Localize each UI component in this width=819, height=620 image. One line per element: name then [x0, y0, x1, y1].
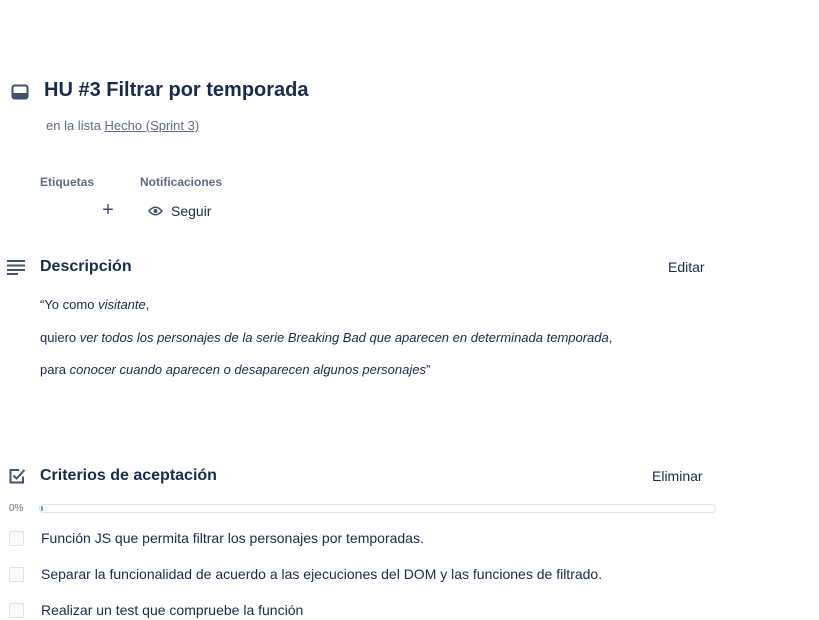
- description-text: ,: [608, 330, 613, 345]
- plus-icon: +: [102, 199, 114, 221]
- item-checkbox[interactable]: [9, 530, 24, 546]
- progress-percentage: 0%: [9, 503, 24, 514]
- description-emphasis: ver todos los personajes de la serie Bre…: [79, 330, 609, 345]
- item-text[interactable]: Separar la funcionalidad de acuerdo a la…: [41, 566, 602, 582]
- follow-button[interactable]: Seguir: [148, 203, 211, 219]
- delete-checklist-button[interactable]: Eliminar: [652, 468, 703, 484]
- description-line: para conocer cuando aparecen o desaparec…: [40, 362, 430, 377]
- description-text: quiero: [40, 330, 80, 345]
- description-emphasis: conocer cuando aparecen o desaparecen al…: [69, 362, 426, 377]
- item-checkbox[interactable]: [9, 566, 24, 582]
- notifications-heading: Notificaciones: [140, 175, 223, 189]
- list-prefix: en la lista: [46, 118, 101, 133]
- description-icon: [7, 260, 25, 275]
- item-text[interactable]: Función JS que permita filtrar los perso…: [41, 530, 424, 546]
- checklist-item[interactable]: Separar la funcionalidad de acuerdo a la…: [9, 566, 602, 582]
- progress-bar: [39, 504, 716, 513]
- checklist-item[interactable]: Función JS que permita filtrar los perso…: [9, 530, 424, 546]
- eye-icon: [148, 206, 163, 216]
- edit-description-button[interactable]: Editar: [668, 259, 705, 275]
- description-title: Descripción: [40, 258, 132, 275]
- add-label-button[interactable]: +: [99, 200, 117, 220]
- checklist-title: Criterios de aceptación: [40, 467, 217, 484]
- list-link[interactable]: Hecho (Sprint 3): [105, 118, 200, 133]
- item-checkbox[interactable]: [9, 602, 24, 618]
- follow-label: Seguir: [171, 203, 212, 219]
- progress-fill: [41, 506, 43, 511]
- checklist-item[interactable]: Realizar un test que compruebe la funció…: [9, 602, 303, 618]
- item-text[interactable]: Realizar un test que compruebe la funció…: [41, 602, 303, 618]
- description-line: “Yo como visitante,: [40, 297, 149, 312]
- description-text: ,: [145, 297, 150, 312]
- description-line: quiero ver todos los personajes de la se…: [40, 330, 612, 345]
- card-icon: [11, 84, 29, 100]
- labels-heading: Etiquetas: [40, 175, 95, 189]
- description-text: “Yo como: [40, 297, 99, 312]
- description-text: para: [40, 362, 70, 377]
- description-text: ”: [425, 362, 431, 377]
- checklist-icon: [9, 469, 26, 484]
- description-emphasis: visitante: [98, 297, 146, 312]
- list-info: en la lista Hecho (Sprint 3): [46, 118, 199, 133]
- card-title[interactable]: HU #3 Filtrar por temporada: [44, 79, 309, 102]
